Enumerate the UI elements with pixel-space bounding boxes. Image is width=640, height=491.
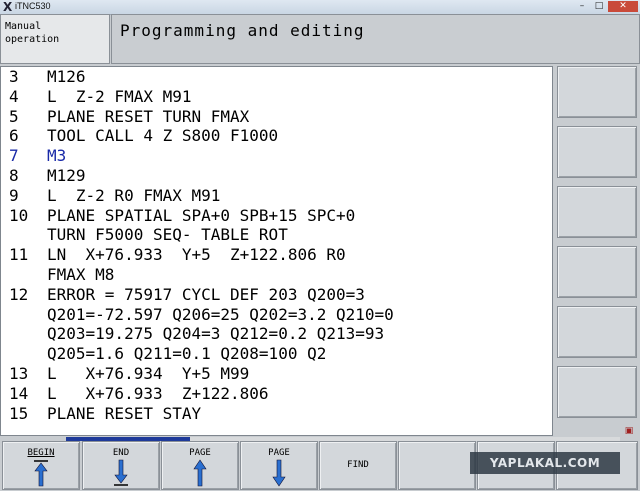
line-text: M3: [47, 146, 67, 166]
program-line[interactable]: 5 PLANE RESET TURN FMAX: [1, 107, 552, 127]
softkey-6[interactable]: [398, 441, 476, 490]
line-number: 4: [9, 86, 19, 106]
line-text: L Z-2 R0 FMAX M91: [47, 185, 221, 205]
program-listing[interactable]: 3 M126 4 L Z-2 FMAX M91 5 PLANE RESET TURN FM…: [0, 66, 553, 436]
begin-label: BEGIN: [27, 448, 55, 458]
line-number: [9, 265, 47, 285]
maximize-button[interactable]: □: [591, 1, 607, 12]
vertical-softkey-5[interactable]: [557, 306, 637, 358]
page-up-softkey[interactable]: PAGE: [161, 441, 239, 490]
line-number: 10: [9, 205, 29, 225]
end-label: END: [112, 448, 130, 458]
line-text: TOOL CALL 4 Z S800 F1000: [47, 126, 279, 146]
line-text: M126: [47, 67, 86, 86]
program-line[interactable]: 9 L Z-2 R0 FMAX M91: [1, 186, 552, 206]
line-number: [9, 324, 47, 344]
find-label: FIND: [347, 460, 369, 470]
line-number: 12: [9, 284, 29, 304]
line-text: PLANE RESET STAY: [47, 403, 202, 423]
line-number: [9, 344, 47, 364]
program-line[interactable]: 10 PLANE SPATIAL SPA+0 SPB+15 SPC+0: [1, 206, 552, 226]
line-number: 13: [9, 363, 29, 383]
line-text: LN X+76.933 Y+5 Z+122.806 R0: [47, 245, 346, 265]
find-softkey[interactable]: FIND: [319, 441, 397, 490]
program-line[interactable]: TURN F5000 SEQ- TABLE ROT: [1, 225, 552, 245]
program-line[interactable]: Q201=-72.597 Q206=25 Q202=3.2 Q210=0: [1, 305, 552, 325]
machine-mode-line1: Manual: [5, 21, 42, 32]
line-number: 14: [9, 383, 29, 403]
line-number: 7: [9, 146, 19, 166]
line-text: TURN F5000 SEQ- TABLE ROT: [47, 225, 288, 245]
program-line[interactable]: 6 TOOL CALL 4 Z S800 F1000: [1, 126, 552, 146]
program-line[interactable]: FMAX M8: [1, 265, 552, 285]
end-softkey[interactable]: END: [82, 441, 160, 490]
line-number: 5: [9, 106, 19, 126]
arrow-down-icon: [114, 459, 128, 486]
window-controls: – □ ✕: [573, 1, 638, 13]
line-number: 3: [9, 67, 19, 86]
page-down-arrow-icon: [272, 459, 286, 487]
program-line[interactable]: 4 L Z-2 FMAX M91: [1, 87, 552, 107]
minimize-button[interactable]: –: [574, 1, 590, 12]
line-number: [9, 225, 47, 245]
vertical-softkey-4[interactable]: [557, 246, 637, 298]
machine-mode-panel: Manual operation: [0, 14, 110, 64]
close-button[interactable]: ✕: [608, 1, 638, 12]
program-line[interactable]: 7 M3: [1, 146, 552, 166]
program-line[interactable]: 14 L X+76.933 Z+122.806: [1, 384, 552, 404]
line-number: 11: [9, 245, 29, 265]
program-line[interactable]: 12 ERROR = 75917 CYCL DEF 203 Q200=3: [1, 285, 552, 305]
vertical-softkey-6[interactable]: [557, 366, 637, 418]
line-text: FMAX M8: [47, 264, 115, 284]
vertical-softkey-2[interactable]: [557, 126, 637, 178]
line-text: PLANE RESET TURN FMAX: [47, 106, 250, 126]
line-number: 15: [9, 403, 29, 423]
page-up-label: PAGE: [189, 448, 211, 458]
machine-mode-line2: operation: [5, 34, 60, 45]
vertical-softkey-3[interactable]: [557, 186, 637, 238]
line-number: 9: [9, 185, 19, 205]
line-number: 8: [9, 165, 19, 185]
window-title: iTNC530: [15, 1, 51, 11]
line-text: PLANE SPATIAL SPA+0 SPB+15 SPC+0: [47, 205, 356, 225]
program-line[interactable]: Q203=19.275 Q204=3 Q212=0.2 Q213=93: [1, 324, 552, 344]
window-title-bar: X iTNC530 – □ ✕: [0, 0, 640, 15]
line-text: Q205=1.6 Q211=0.1 Q208=100 Q2: [47, 344, 327, 364]
program-line[interactable]: 13 L X+76.934 Y+5 M99: [1, 364, 552, 384]
begin-softkey[interactable]: BEGIN: [2, 441, 80, 490]
program-line[interactable]: 3 M126: [1, 67, 552, 87]
page-down-softkey[interactable]: PAGE: [240, 441, 318, 490]
vertical-softkey-1[interactable]: [557, 66, 637, 118]
line-text: Q201=-72.597 Q206=25 Q202=3.2 Q210=0: [47, 304, 394, 324]
arrow-up-icon: [34, 460, 48, 487]
program-line[interactable]: 11 LN X+76.933 Y+5 Z+122.806 R0: [1, 245, 552, 265]
program-line[interactable]: Q205=1.6 Q211=0.1 Q208=100 Q2: [1, 344, 552, 364]
line-text: ERROR = 75917 CYCL DEF 203 Q200=3: [47, 284, 365, 304]
programming-mode-title: Programming and editing: [111, 14, 640, 64]
line-text: L Z-2 FMAX M91: [47, 86, 192, 106]
page-down-label: PAGE: [268, 448, 290, 458]
watermark: YAPLAKAL.COM: [470, 452, 620, 474]
line-text: L X+76.933 Z+122.806: [47, 383, 269, 403]
vertical-softkey-bar: [555, 66, 640, 436]
line-number: [9, 305, 47, 325]
softkey-switch-icon[interactable]: ▣: [623, 426, 635, 436]
program-line[interactable]: 15 PLANE RESET STAY: [1, 404, 552, 424]
line-number: 6: [9, 126, 19, 146]
program-line[interactable]: 8 M129: [1, 166, 552, 186]
line-text: M129: [47, 165, 86, 185]
line-text: L X+76.934 Y+5 M99: [47, 363, 250, 383]
app-icon: X: [3, 0, 13, 14]
line-text: Q203=19.275 Q204=3 Q212=0.2 Q213=93: [47, 324, 385, 344]
page-up-arrow-icon: [193, 459, 207, 487]
